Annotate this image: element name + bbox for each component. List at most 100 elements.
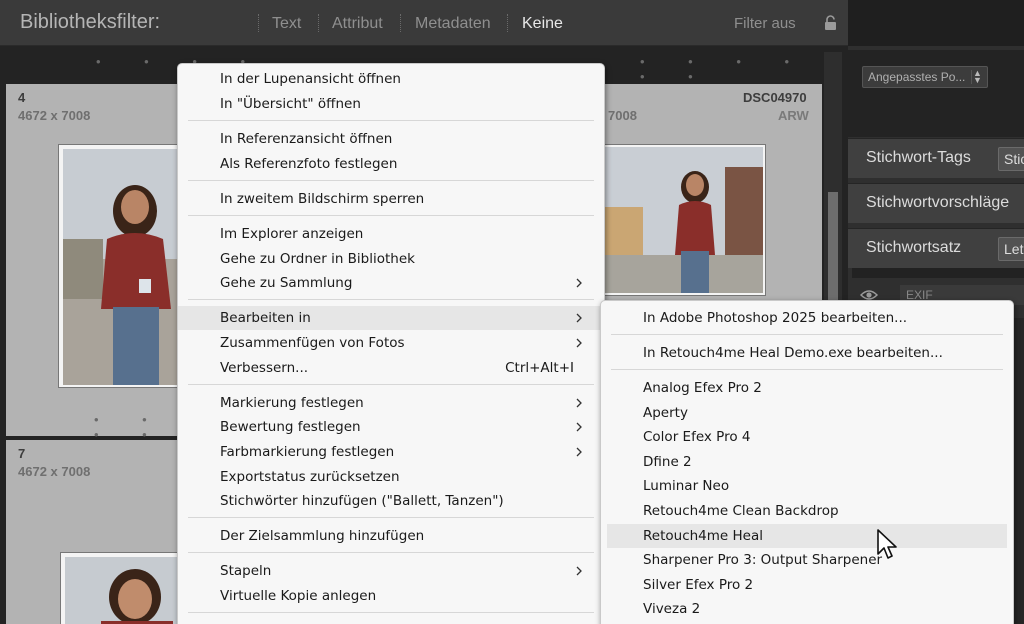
menu-separator (188, 299, 594, 300)
menu-item-set-color-label[interactable]: Farbmarkierung festlegen (178, 440, 604, 464)
menu-item-set-flag[interactable]: Markierung festlegen (178, 391, 604, 415)
panel-header-keyword-suggestions[interactable]: Stichwortvorschläge (848, 183, 1024, 223)
menu-item-survey[interactable]: In "Übersicht" öffnen (178, 92, 604, 116)
menu-item-label: Verbessern... (220, 360, 309, 376)
submenu-item-color-efex[interactable]: Color Efex Pro 4 (607, 425, 1007, 449)
preset-value: Angepasstes Po... (868, 70, 966, 84)
filter-divider (258, 14, 259, 32)
cell-index: 4 (18, 90, 26, 105)
photo-thumbnail[interactable] (58, 144, 182, 388)
cell-dimensions: 7008 (608, 108, 637, 123)
menu-item-label: Als Referenzfoto festlegen (220, 156, 398, 172)
grid-cell[interactable]: 4 4672 x 7008 • • • • (6, 84, 182, 442)
menu-item-add-keywords[interactable]: Stichwörter hinzufügen ("Ballett, Tanzen… (178, 489, 604, 513)
menu-item-virtual-copy[interactable]: Virtuelle Kopie anlegen (178, 584, 604, 608)
panel-header-keyword-set[interactable]: Stichwortsatz Let (848, 228, 1024, 268)
menu-item-add-to-target-collection[interactable]: Der Zielsammlung hinzufügen (178, 524, 604, 548)
menu-item-label: Viveza 2 (643, 601, 701, 617)
menu-item-label: In "Übersicht" öffnen (220, 96, 361, 112)
menu-item-label: Markierung festlegen (220, 395, 364, 411)
submenu-item-sharpener-pro[interactable]: Sharpener Pro 3: Output Sharpener (607, 548, 1007, 572)
chevron-right-icon (576, 338, 582, 348)
menu-item-go-to-collection[interactable]: Gehe zu Sammlung (178, 271, 604, 295)
menu-item-shortcut: Ctrl+Alt+I (505, 360, 574, 376)
submenu-item-clean-backdrop[interactable]: Retouch4me Clean Backdrop (607, 499, 1007, 523)
keyword-set-dropdown[interactable]: Let (998, 237, 1024, 261)
menu-item-label: Bearbeiten in (220, 310, 311, 326)
photo-thumbnail[interactable] (60, 552, 182, 624)
panel-header-keyword-tags[interactable]: Stichwort-Tags Stic (848, 138, 1024, 178)
cell-dimensions: 4672 x 7008 (18, 464, 91, 479)
menu-item-label: Analog Efex Pro 2 (643, 380, 762, 396)
filter-tab-metadata[interactable]: Metadaten (415, 15, 491, 33)
submenu-item-viveza[interactable]: Viveza 2 (607, 597, 1007, 621)
menu-item-label: Retouch4me Heal (643, 528, 763, 544)
menu-item-edit-in[interactable]: Bearbeiten in (178, 306, 604, 330)
lightroom-library-window: Bibliotheksfilter: Text Attribut Metadat… (0, 0, 1024, 624)
menu-separator (611, 369, 1003, 370)
cell-dimensions: 4672 x 7008 (18, 108, 91, 123)
submenu-item-retouch4me-demo[interactable]: In Retouch4me Heal Demo.exe bearbeiten..… (607, 341, 1007, 365)
menu-item-reset-export-status[interactable]: Exportstatus zurücksetzen (178, 465, 604, 489)
filter-divider (507, 14, 508, 32)
filter-off-dropdown[interactable]: Filter aus (734, 15, 796, 32)
submenu-item-luminar-neo[interactable]: Luminar Neo (607, 474, 1007, 498)
panel-gap (848, 94, 1024, 137)
chevron-right-icon (576, 313, 582, 323)
menu-item-photo-merge[interactable]: Zusammenfügen von Fotos (178, 331, 604, 355)
chevron-right-icon (576, 422, 582, 432)
submenu-item-aperty[interactable]: Aperty (607, 401, 1007, 425)
menu-item-label: Gehe zu Ordner in Bibliothek (220, 251, 415, 267)
menu-item-label: Zusammenfügen von Fotos (220, 335, 405, 351)
menu-item-label: Virtuelle Kopie anlegen (220, 588, 377, 604)
filter-tab-text[interactable]: Text (272, 15, 301, 33)
menu-item-label: In Referenzansicht öffnen (220, 131, 393, 147)
grid-cell[interactable]: 7 4672 x 7008 (6, 440, 182, 624)
photo-thumbnail[interactable] (602, 144, 766, 296)
submenu-item-analog-efex[interactable]: Analog Efex Pro 2 (607, 376, 1007, 400)
portrait-photo (65, 557, 179, 624)
filter-tab-none[interactable]: Keine (522, 15, 563, 33)
menu-item-label: Farbmarkierung festlegen (220, 444, 395, 460)
menu-item-label: In der Lupenansicht öffnen (220, 71, 401, 87)
cell-dots: • • • • (94, 412, 167, 442)
menu-item-label: Dfine 2 (643, 454, 692, 470)
grid-row-dots: • • • • • • (640, 54, 810, 84)
filter-divider (400, 14, 401, 32)
menu-item-label: Exportstatus zurücksetzen (220, 469, 400, 485)
filter-tab-attribute[interactable]: Attribut (332, 15, 383, 33)
menu-item-label: Bewertung festlegen (220, 419, 361, 435)
menu-item-stacking[interactable]: Stapeln (178, 559, 604, 583)
menu-item-label: Luminar Neo (643, 478, 730, 494)
menu-item-label: Sharpener Pro 3: Output Sharpener (643, 552, 883, 568)
submenu-item-retouch4me-heal[interactable]: Retouch4me Heal (607, 524, 1007, 548)
menu-item-label: In Adobe Photoshop 2025 bearbeiten... (643, 310, 908, 326)
menu-item-enhance[interactable]: Verbessern... Ctrl+Alt+I (178, 356, 604, 380)
menu-item-show-in-explorer[interactable]: Im Explorer anzeigen (178, 222, 604, 246)
submenu-item-dfine[interactable]: Dfine 2 (607, 450, 1007, 474)
menu-item-set-rating[interactable]: Bewertung festlegen (178, 415, 604, 439)
menu-item-set-reference[interactable]: Als Referenzfoto festlegen (178, 152, 604, 176)
chevron-right-icon (576, 278, 582, 288)
filter-bar-title: Bibliotheksfilter: (20, 11, 161, 33)
lock-icon[interactable] (824, 15, 837, 31)
submenu-item-silver-efex[interactable]: Silver Efex Pro 2 (607, 573, 1007, 597)
keyword-tags-dropdown[interactable]: Stic (998, 147, 1024, 171)
menu-item-label: Aperty (643, 405, 688, 421)
panel-top-bar (848, 0, 1024, 46)
submenu-item-photoshop[interactable]: In Adobe Photoshop 2025 bearbeiten... (607, 306, 1007, 330)
menu-item-label: Gehe zu Sammlung (220, 275, 353, 291)
menu-item-label: Color Efex Pro 4 (643, 429, 751, 445)
menu-item-loupe[interactable]: In der Lupenansicht öffnen (178, 67, 604, 91)
library-filter-bar: Bibliotheksfilter: Text Attribut Metadat… (0, 0, 848, 46)
menu-item-go-to-folder[interactable]: Gehe zu Ordner in Bibliothek (178, 247, 604, 271)
metadata-preset-select[interactable]: Angepasstes Po... ▲ ▼ (862, 66, 988, 88)
menu-item-lock-second-screen[interactable]: In zweitem Bildschirm sperren (178, 187, 604, 211)
filter-divider (318, 14, 319, 32)
stepper-icon[interactable]: ▲ ▼ (971, 69, 983, 85)
chevron-right-icon (576, 398, 582, 408)
menu-separator (188, 612, 594, 613)
menu-item-reference-view[interactable]: In Referenzansicht öffnen (178, 127, 604, 151)
panel-header-label: Stichwort-Tags (866, 149, 971, 166)
menu-item-label: Im Explorer anzeigen (220, 226, 364, 242)
